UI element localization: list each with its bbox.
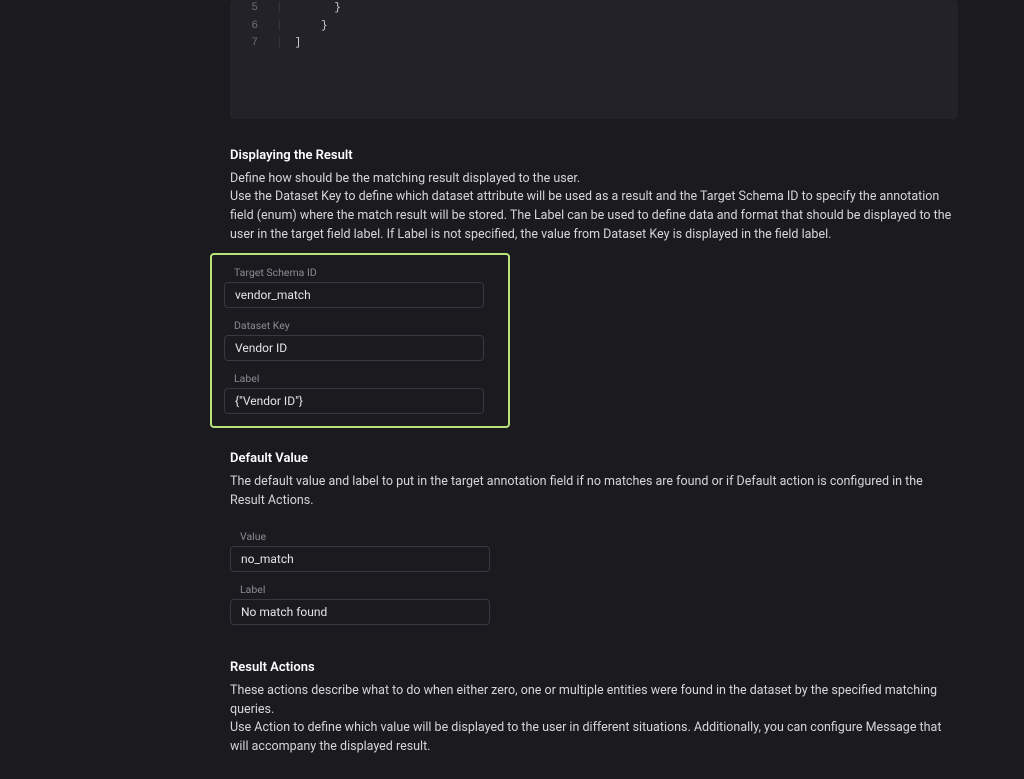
- code-text: }: [295, 18, 328, 36]
- field-label-template: Label: [224, 371, 496, 414]
- field-label: Label: [230, 582, 946, 597]
- code-block: 5 | } 6 | } 7 | ]: [230, 0, 958, 119]
- code-line: 7 | ]: [244, 35, 958, 53]
- code-line: 5 | }: [244, 0, 958, 18]
- code-line: 6 | }: [244, 18, 958, 36]
- line-number: 5: [244, 0, 258, 18]
- section-description: Use Action to define which value will be…: [230, 719, 958, 757]
- default-label-input[interactable]: [230, 599, 490, 625]
- gutter-separator: |: [276, 0, 283, 18]
- section-default-value: Default Value The default value and labe…: [230, 450, 958, 637]
- dataset-key-input[interactable]: [224, 335, 484, 361]
- fields-group-highlighted: Target Schema ID Dataset Key Label: [210, 253, 510, 429]
- field-default-label: Label: [230, 582, 946, 625]
- field-label: Label: [224, 371, 496, 386]
- section-description: The default value and label to put in th…: [230, 473, 958, 511]
- fields-group: Value Label: [230, 519, 958, 637]
- gutter-separator: |: [276, 18, 283, 36]
- code-text: }: [295, 0, 341, 18]
- section-description: Define how should be the matching result…: [230, 170, 958, 189]
- field-target-schema-id: Target Schema ID: [224, 265, 496, 308]
- default-value-input[interactable]: [230, 546, 490, 572]
- field-label: Value: [230, 529, 946, 544]
- content-column: 5 | } 6 | } 7 | ] Displaying the Result …: [230, 0, 958, 779]
- section-heading: Displaying the Result: [230, 147, 958, 166]
- field-dataset-key: Dataset Key: [224, 318, 496, 361]
- section-heading: Default Value: [230, 450, 958, 469]
- section-result-actions: Result Actions These actions describe wh…: [230, 659, 958, 757]
- field-label: Dataset Key: [224, 318, 496, 333]
- section-description: Use the Dataset Key to define which data…: [230, 188, 958, 244]
- target-schema-id-input[interactable]: [224, 282, 484, 308]
- field-default-value: Value: [230, 529, 946, 572]
- line-number: 7: [244, 35, 258, 53]
- code-text: ]: [295, 35, 302, 53]
- gutter-separator: |: [276, 35, 283, 53]
- section-description: These actions describe what to do when e…: [230, 682, 958, 720]
- field-label: Target Schema ID: [224, 265, 496, 280]
- label-input[interactable]: [224, 388, 484, 414]
- line-number: 6: [244, 18, 258, 36]
- section-heading: Result Actions: [230, 659, 958, 678]
- section-displaying-result: Displaying the Result Define how should …: [230, 147, 958, 429]
